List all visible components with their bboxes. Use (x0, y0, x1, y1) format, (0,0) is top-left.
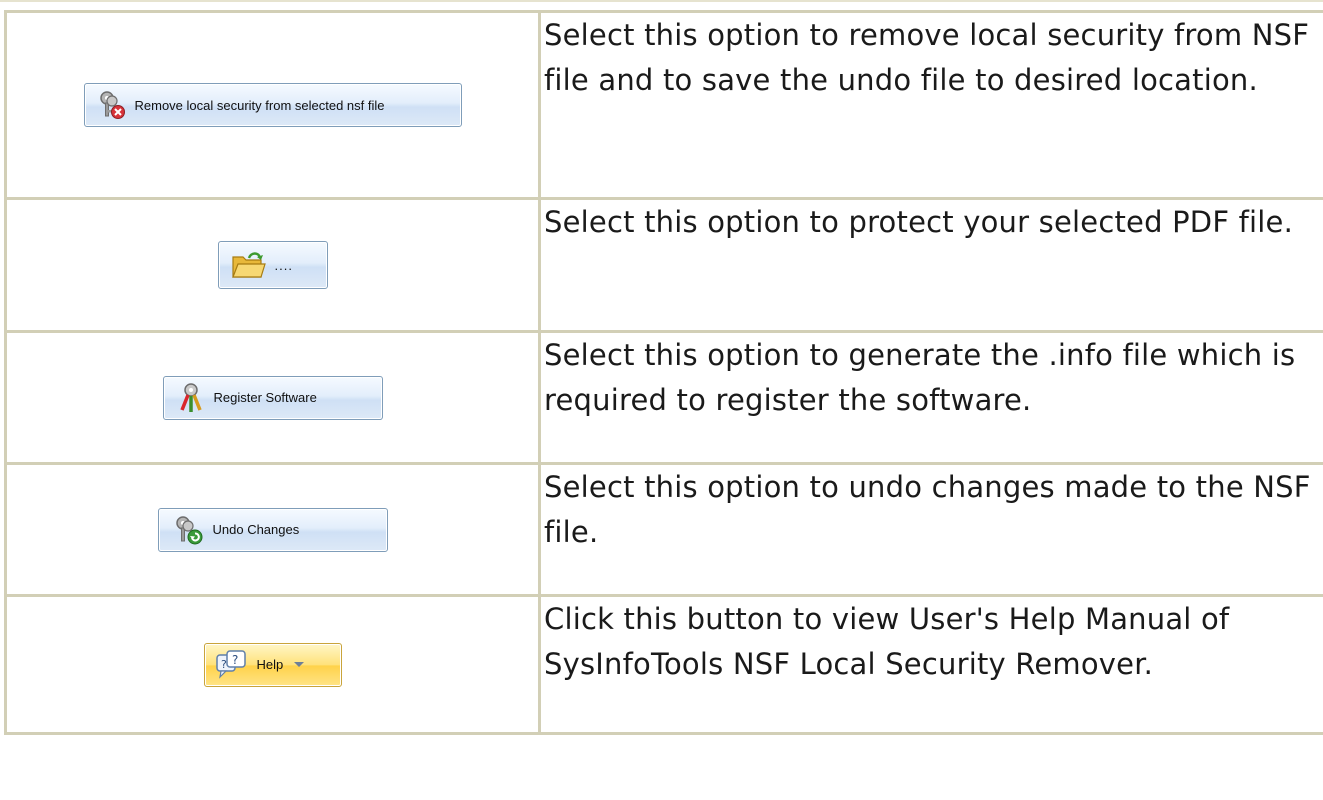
browse-folder-button[interactable]: .... (217, 241, 328, 289)
help-bubble-icon: ? ? (215, 649, 246, 679)
undo-changes-button[interactable]: Undo Changes (157, 507, 388, 552)
svg-text:?: ? (221, 658, 227, 671)
table-row: ? ? Help Click this button to view User'… (7, 597, 1323, 735)
top-divider (0, 0, 1323, 2)
button-label: Help (256, 657, 284, 672)
table-row: Undo Changes Select this option to undo … (7, 465, 1323, 597)
description-cell: Select this option to remove local secur… (541, 13, 1323, 200)
help-page: Remove local security from selected nsf … (0, 0, 1323, 800)
button-help-table: Remove local security from selected nsf … (4, 10, 1323, 735)
open-folder-icon (231, 252, 266, 278)
keys-remove-icon (99, 91, 125, 119)
remove-local-security-button[interactable]: Remove local security from selected nsf … (83, 83, 462, 127)
help-button[interactable]: ? ? Help (203, 642, 342, 687)
description-cell: Select this option to undo changes made … (541, 465, 1323, 597)
button-cell: .... (7, 200, 541, 333)
button-cell: Remove local security from selected nsf … (7, 13, 541, 200)
button-label: .... (274, 257, 293, 273)
button-cell: ? ? Help (7, 597, 541, 735)
description-cell: Select this option to generate the .info… (541, 333, 1323, 465)
table-row: .... Select this option to protect your … (7, 200, 1323, 333)
table-row: Register Software Select this option to … (7, 333, 1323, 465)
button-label: Register Software (213, 390, 317, 405)
register-keys-icon (179, 382, 202, 412)
button-label: Remove local security from selected nsf … (134, 97, 385, 113)
keys-undo-icon (175, 515, 202, 544)
button-cell: Undo Changes (7, 465, 541, 597)
svg-text:?: ? (232, 653, 238, 667)
button-label: Undo Changes (212, 522, 300, 537)
description-cell: Click this button to view User's Help Ma… (541, 597, 1323, 735)
table-row: Remove local security from selected nsf … (7, 13, 1323, 200)
register-software-button[interactable]: Register Software (162, 375, 383, 420)
button-cell: Register Software (7, 333, 541, 465)
description-cell: Select this option to protect your selec… (541, 200, 1323, 333)
chevron-down-icon[interactable] (293, 661, 305, 669)
